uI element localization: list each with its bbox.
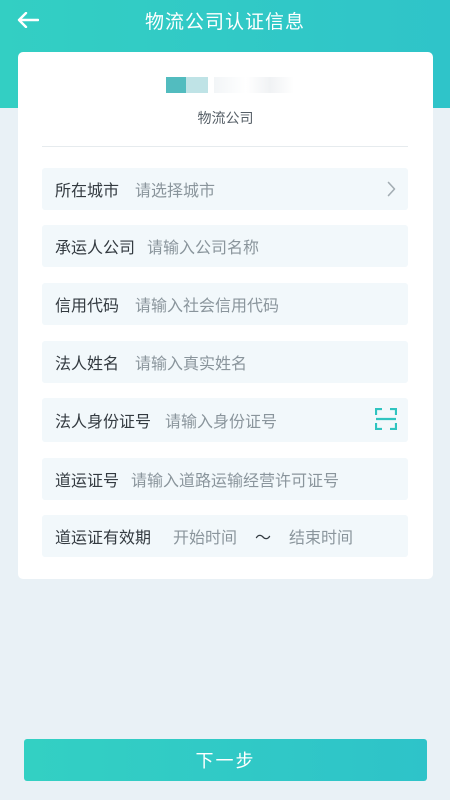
carrier-company-input[interactable]: 请输入公司名称 xyxy=(147,234,259,258)
chevron-right-icon xyxy=(387,181,396,197)
back-button[interactable] xyxy=(10,4,46,36)
city-select[interactable]: 请选择城市 xyxy=(135,177,215,201)
top-bar: 物流公司认证信息 xyxy=(0,0,450,40)
form-card: 物流公司 所在城市 请选择城市 承运人公司 请输入公司名称 信用代码 请输入社会… xyxy=(18,52,433,579)
end-date-picker[interactable]: 结束时间 xyxy=(289,524,353,548)
divider xyxy=(42,146,408,147)
legal-name-label: 法人姓名 xyxy=(55,354,120,373)
transport-license-label: 道运证号 xyxy=(55,471,120,490)
city-label: 所在城市 xyxy=(55,181,120,200)
credit-code-row[interactable]: 信用代码 请输入社会信用代码 xyxy=(42,283,408,325)
start-date-picker[interactable]: 开始时间 xyxy=(173,524,237,548)
carrier-company-label: 承运人公司 xyxy=(55,238,136,257)
transport-license-row[interactable]: 道运证号 请输入道路运输经营许可证号 xyxy=(42,458,408,500)
legal-id-input[interactable]: 请输入身份证号 xyxy=(165,408,277,432)
page-title: 物流公司认证信息 xyxy=(144,10,305,33)
credit-code-label: 信用代码 xyxy=(55,296,120,315)
scan-icon[interactable] xyxy=(375,408,397,430)
arrow-left-icon xyxy=(17,12,39,28)
company-logo xyxy=(166,75,296,95)
legal-name-input[interactable]: 请输入真实姓名 xyxy=(135,350,247,374)
carrier-company-row[interactable]: 承运人公司 请输入公司名称 xyxy=(42,225,408,267)
credit-code-input[interactable]: 请输入社会信用代码 xyxy=(135,292,279,316)
company-name: 物流公司 xyxy=(197,111,254,127)
legal-id-label: 法人身份证号 xyxy=(55,412,152,431)
date-separator: ～ xyxy=(255,528,272,547)
legal-id-row[interactable]: 法人身份证号 请输入身份证号 xyxy=(42,398,408,442)
transport-license-input[interactable]: 请输入道路运输经营许可证号 xyxy=(131,467,339,491)
legal-name-row[interactable]: 法人姓名 请输入真实姓名 xyxy=(42,341,408,383)
license-validity-label: 道运证有效期 xyxy=(55,528,152,547)
next-step-button[interactable]: 下一步 xyxy=(24,739,427,781)
city-row[interactable]: 所在城市 请选择城市 xyxy=(42,168,408,210)
license-validity-row: 道运证有效期 开始时间 ～ 结束时间 xyxy=(42,515,408,557)
